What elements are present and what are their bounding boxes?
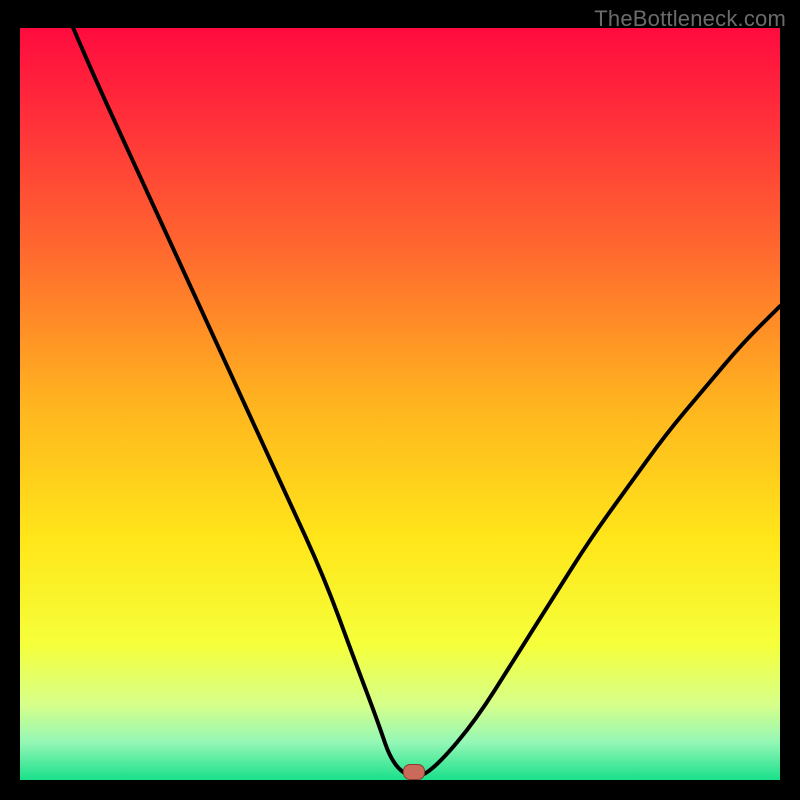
gradient-background [20, 28, 780, 780]
watermark-text: TheBottleneck.com [594, 6, 786, 32]
plot-area [20, 28, 780, 780]
optimum-marker [403, 764, 425, 780]
chart-svg [20, 28, 780, 780]
chart-frame: TheBottleneck.com [0, 0, 800, 800]
